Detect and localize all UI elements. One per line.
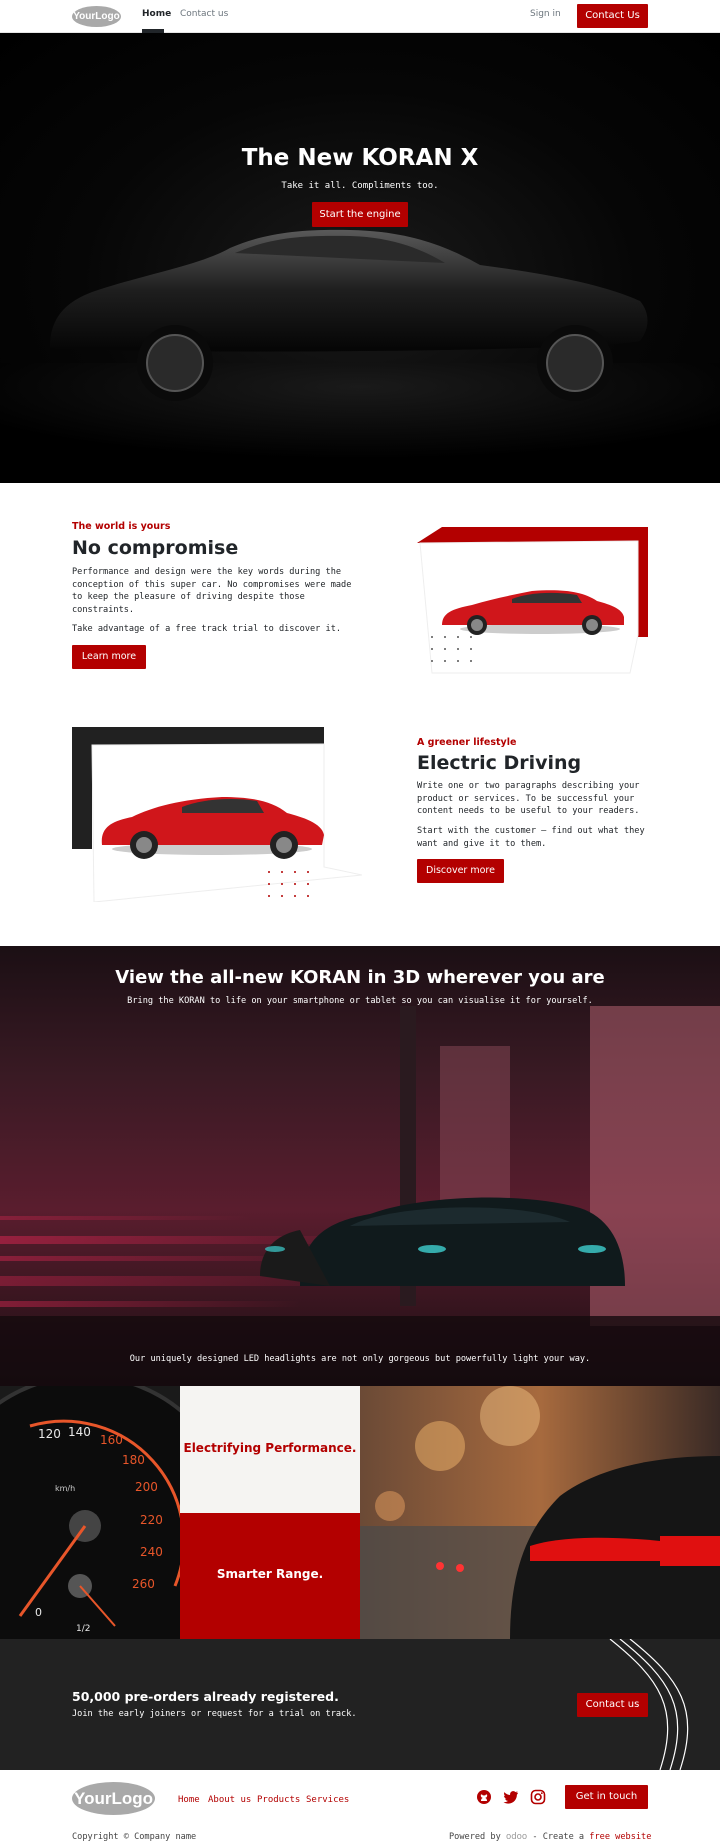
github-icon[interactable] (476, 1789, 492, 1805)
free-website-link[interactable]: free website (589, 1832, 651, 1842)
nav-contact-us[interactable]: Contact us (180, 9, 228, 19)
feature2-paragraph-2: Start with the customer – find out what … (417, 826, 645, 849)
odoo-brand[interactable]: odoo (506, 1832, 527, 1842)
speedometer-image: 120 140 160 180 200 220 240 260 km/h 0 1… (0, 1386, 180, 1639)
decorative-dots-red (268, 871, 310, 898)
decorative-dots (431, 636, 473, 663)
banner-title: View the all-new KORAN in 3D wherever yo… (115, 967, 605, 988)
preorders-title: 50,000 pre-orders already registered. (72, 1689, 339, 1704)
learn-more-button[interactable]: Learn more (72, 645, 146, 669)
banner-caption: Our uniquely designed LED headlights are… (129, 1354, 591, 1364)
speedo-240: 240 (140, 1545, 163, 1559)
feature1-eyebrow: The world is yours (72, 521, 171, 532)
grid-cell-range: Smarter Range. (180, 1513, 360, 1639)
start-engine-button[interactable]: Start the engine (312, 202, 408, 227)
instagram-icon[interactable] (530, 1789, 546, 1805)
fuel-zero: 0 (35, 1606, 42, 1619)
speedo-140: 140 (68, 1425, 91, 1439)
powered-prefix: Powered by (449, 1832, 501, 1842)
nav-home[interactable]: Home (142, 9, 171, 19)
footer-logo[interactable]: YourLogo (72, 1782, 155, 1815)
footer-link-products[interactable]: Products (257, 1795, 300, 1805)
feature-grid: 120 140 160 180 200 220 240 260 km/h 0 1… (0, 1386, 720, 1639)
range-title: Smarter Range. (216, 1567, 324, 1581)
sports-car-rear-image (360, 1386, 720, 1639)
footer-link-services[interactable]: Services (306, 1795, 349, 1805)
feature2-car-image (72, 727, 362, 902)
feature2-eyebrow: A greener lifestyle (417, 737, 517, 748)
speedo-unit: km/h (55, 1484, 75, 1493)
feature1-paragraph-1: Performance and design were the key word… (72, 567, 352, 615)
get-in-touch-button[interactable]: Get in touch (565, 1785, 648, 1809)
feature1-title: No compromise (72, 537, 239, 559)
feature2-paragraph-1: Write one or two paragraphs describing y… (417, 781, 640, 816)
speedo-260: 260 (132, 1577, 155, 1591)
speedo-200: 200 (135, 1480, 158, 1494)
hero-car-illustration (0, 229, 720, 483)
speedo-180: 180 (122, 1453, 145, 1467)
speedo-120: 120 (38, 1427, 61, 1441)
banner-car-background (0, 1006, 720, 1386)
powered-mid: - Create a (532, 1832, 585, 1842)
feature2-title: Electric Driving (417, 752, 582, 774)
sign-in-link[interactable]: Sign in (530, 9, 561, 19)
powered-by: Powered by odoo - Create a free website (449, 1832, 651, 1842)
speedo-220: 220 (140, 1513, 163, 1527)
hero-section: The New KORAN X Take it all. Compliments… (0, 33, 720, 483)
navbar: YourLogo Home Contact us Sign in Contact… (0, 0, 720, 33)
footer: YourLogo Home About us Products Services… (0, 1770, 720, 1843)
banner-3d-section: View the all-new KORAN in 3D wherever yo… (0, 946, 720, 1386)
twitter-icon[interactable] (503, 1789, 519, 1805)
footer-link-about-us[interactable]: About us (208, 1795, 251, 1805)
hero-title: The New KORAN X (241, 145, 479, 171)
preorders-section: 50,000 pre-orders already registered. Jo… (0, 1639, 720, 1770)
contact-us-button[interactable]: Contact Us (577, 4, 648, 28)
discover-more-button[interactable]: Discover more (417, 859, 504, 883)
grid-cell-performance: Electrifying Performance. (180, 1386, 360, 1513)
speedo-160: 160 (100, 1433, 123, 1447)
fuel-half: 1/2 (76, 1624, 90, 1634)
feature1-paragraph-2: Take advantage of a free track trial to … (72, 624, 342, 634)
banner-subtitle: Bring the KORAN to life on your smartpho… (127, 996, 593, 1006)
footer-link-home[interactable]: Home (178, 1795, 200, 1805)
performance-title: Electrifying Performance. (183, 1441, 357, 1455)
copyright: Copyright © Company name (72, 1832, 197, 1842)
hero-subtitle: Take it all. Compliments too. (281, 181, 439, 191)
preorders-text: Join the early joiners or request for a … (72, 1709, 357, 1719)
preorders-contact-button[interactable]: Contact us (577, 1693, 648, 1717)
logo[interactable]: YourLogo (72, 6, 121, 27)
